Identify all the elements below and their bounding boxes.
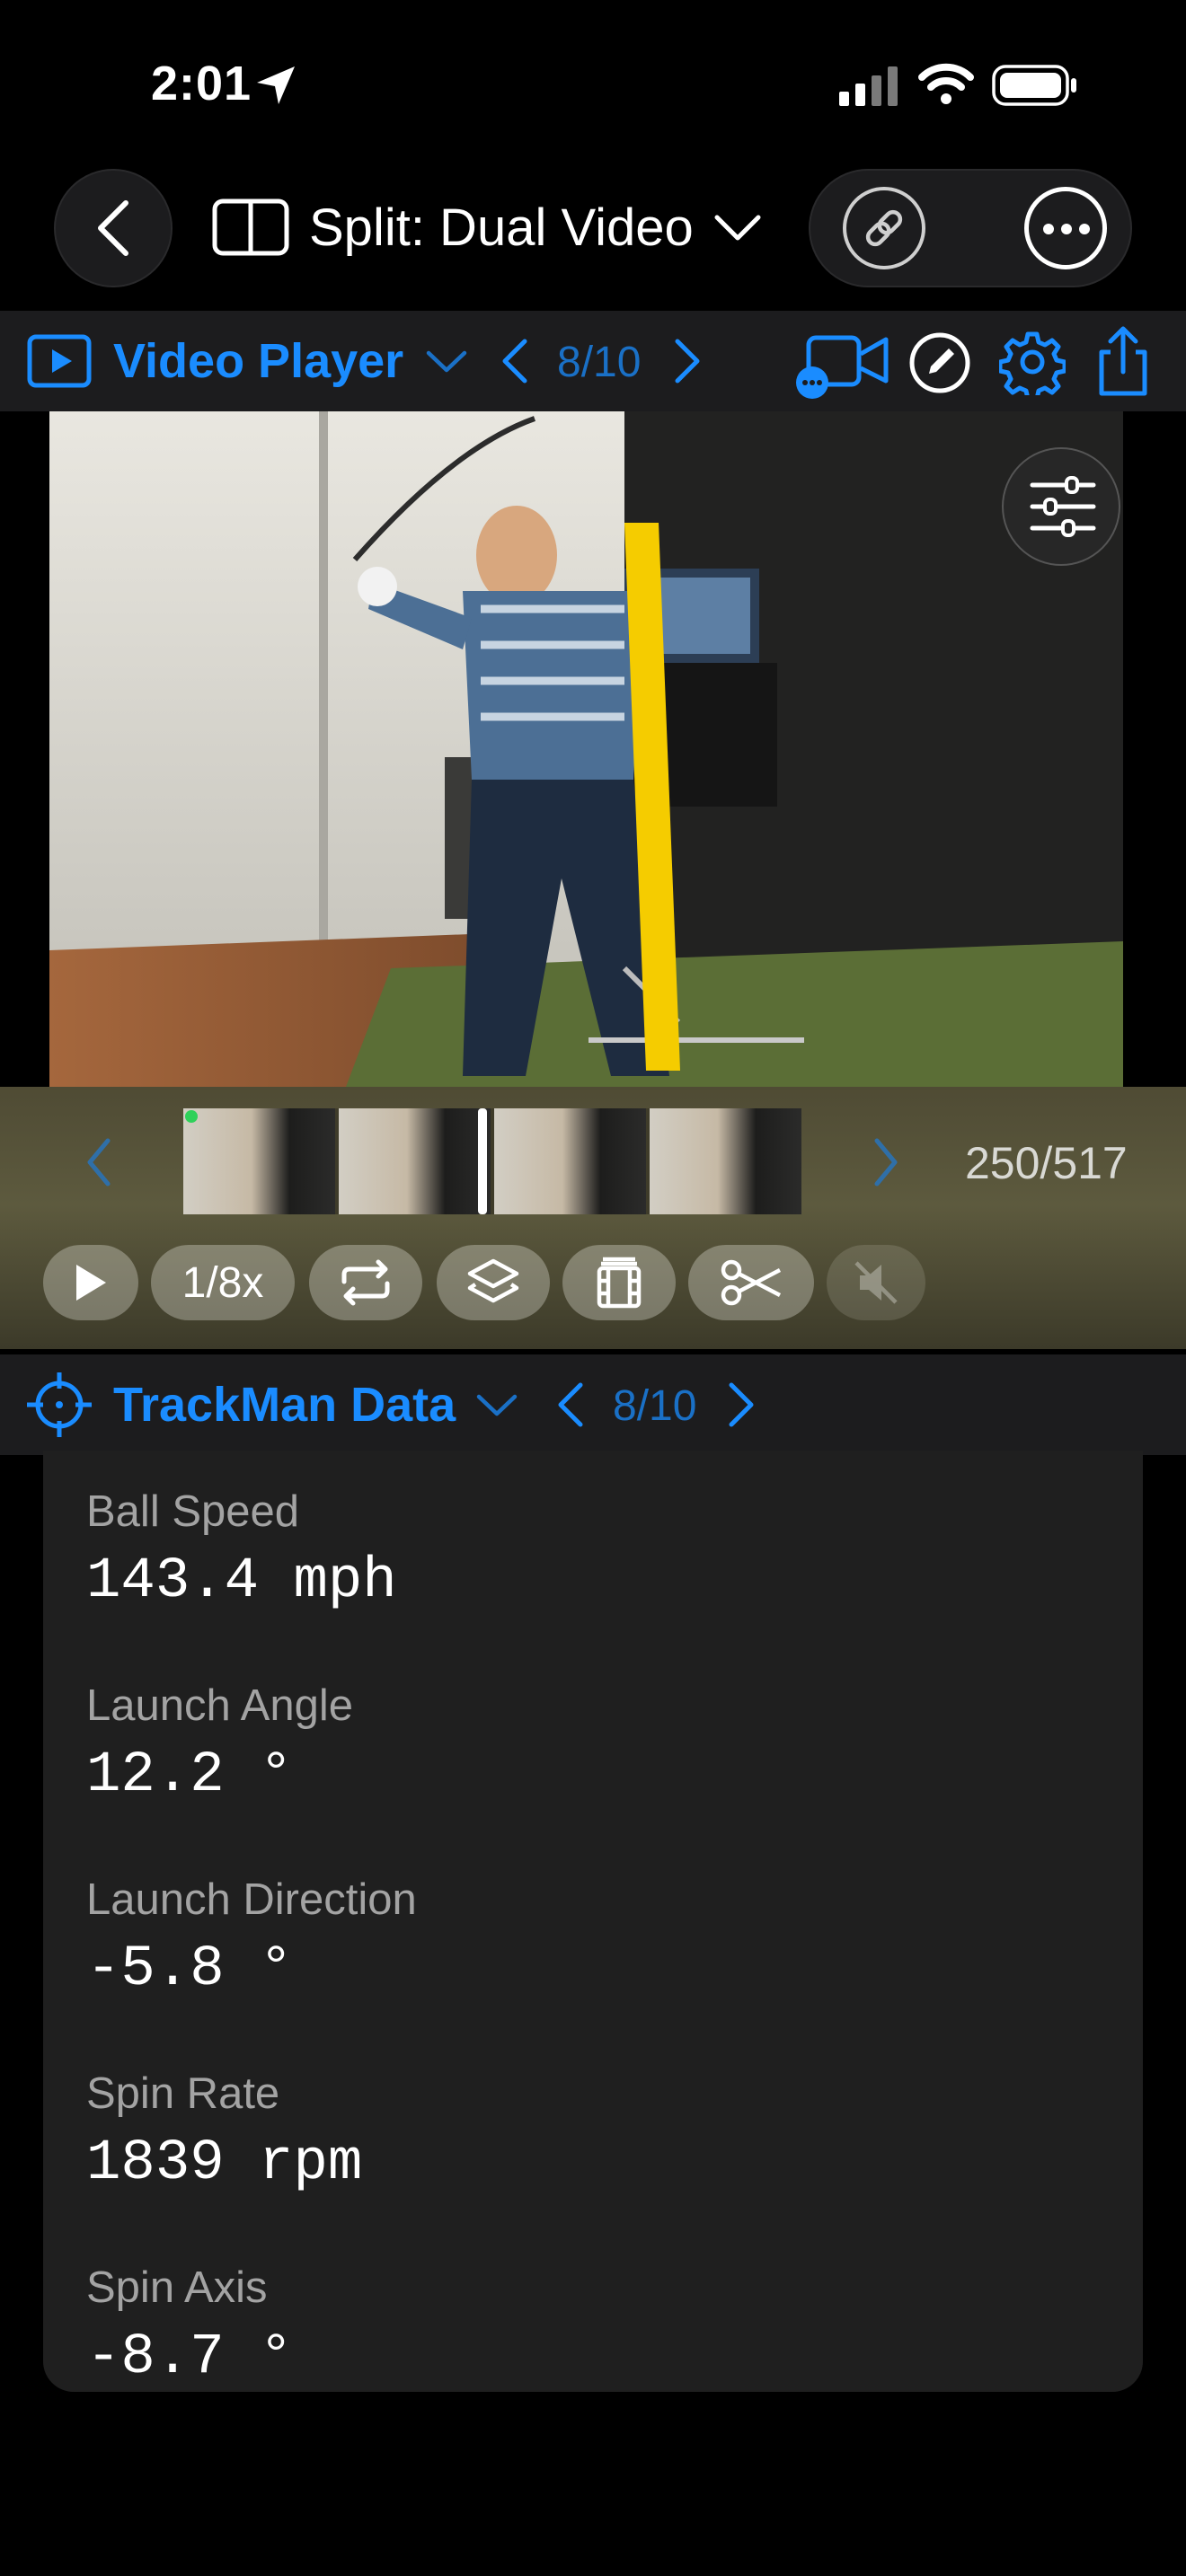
frame-counter: 250/517 [965, 1138, 1128, 1188]
metric-spin-axis: Spin Axis -8.7 ° [86, 2263, 293, 2390]
back-button[interactable] [54, 169, 173, 287]
settings-gear-icon[interactable] [999, 329, 1066, 395]
scissors-icon [721, 1259, 782, 1306]
filmstrip-frame [183, 1108, 339, 1214]
layout-title: Split: Dual Video [309, 198, 694, 257]
trackman-header: TrackMan Data 8/10 [0, 1354, 1186, 1455]
video-player-selector[interactable]: Video Player [27, 331, 468, 392]
metric-label: Spin Axis [86, 2263, 268, 2312]
next-video-button[interactable] [672, 338, 703, 384]
metric-launch-angle: Launch Angle 12.2 ° [86, 1681, 353, 1808]
golfer-video-image [49, 411, 1123, 1087]
ellipsis-icon [1043, 224, 1090, 234]
repeat-icon [341, 1259, 390, 1306]
speaker-muted-icon [854, 1261, 898, 1304]
metric-value: 12.2 ° [86, 1743, 294, 1808]
video-player-header: Video Player 8/10 [0, 311, 1186, 411]
filmstrip-frame [494, 1108, 650, 1214]
sliders-icon [1030, 476, 1096, 537]
metric-label: Ball Speed [86, 1487, 300, 1536]
scrub-next-button[interactable] [872, 1137, 900, 1187]
location-arrow-icon [257, 66, 295, 104]
metric-label: Spin Rate [86, 2069, 280, 2118]
play-button[interactable] [43, 1245, 138, 1320]
scrub-previous-button[interactable] [84, 1137, 113, 1187]
next-shot-button[interactable] [726, 1381, 757, 1428]
metric-spin-rate: Spin Rate 1839 rpm [86, 2069, 362, 2196]
filmstrip[interactable] [183, 1108, 801, 1214]
metric-value: -5.8 ° [86, 1937, 294, 2002]
battery-icon [992, 65, 1076, 106]
chevron-down-icon [476, 1394, 518, 1416]
previous-video-button[interactable] [500, 338, 530, 384]
camera-button[interactable] [796, 327, 891, 399]
split-view-icon [212, 198, 289, 256]
layout-selector[interactable]: Split: Dual Video [212, 194, 762, 260]
metric-value: 1839 rpm [86, 2131, 363, 2196]
video-player-icon [27, 334, 92, 388]
marker-dot [185, 1110, 198, 1123]
video-player-title: Video Player [113, 334, 404, 388]
trim-button[interactable] [688, 1245, 814, 1320]
share-button[interactable] [1093, 323, 1154, 399]
video-count: 8/10 [557, 339, 642, 386]
shot-count: 8/10 [613, 1382, 697, 1430]
draw-tool-button[interactable] [907, 331, 972, 395]
layers-icon [467, 1258, 519, 1303]
chevron-down-icon [426, 350, 467, 373]
trackman-title: TrackMan Data [113, 1378, 456, 1432]
playback-speed-button[interactable]: 1/8x [151, 1245, 295, 1320]
film-frames-icon [597, 1257, 642, 1309]
frames-button[interactable] [562, 1245, 676, 1320]
chevron-left-icon [98, 200, 128, 256]
crosshair-icon [27, 1372, 92, 1437]
status-time: 2:01 [151, 57, 252, 110]
nav-actions-group [809, 169, 1132, 287]
metric-label: Launch Angle [86, 1681, 353, 1730]
link-icon [865, 209, 903, 247]
video-adjustments-button[interactable] [1002, 447, 1120, 566]
playback-controls: 250/517 1/8x [0, 1087, 1186, 1349]
playhead[interactable] [478, 1108, 487, 1214]
metric-value: -8.7 ° [86, 2325, 294, 2390]
metric-label: Launch Direction [86, 1875, 417, 1924]
loop-button[interactable] [309, 1245, 422, 1320]
alignment-line-overlay[interactable] [624, 523, 687, 1071]
metric-ball-speed: Ball Speed 143.4 mph [86, 1486, 397, 1614]
more-options-button[interactable] [1024, 187, 1107, 269]
metric-value: 143.4 mph [86, 1549, 397, 1614]
mute-button[interactable] [827, 1245, 925, 1320]
wifi-icon [918, 63, 974, 104]
layers-button[interactable] [437, 1245, 550, 1320]
filmstrip-frame [650, 1108, 801, 1214]
metric-launch-direction: Launch Direction -5.8 ° [86, 1875, 417, 2002]
trackman-data-card: Ball Speed 143.4 mph Launch Angle 12.2 °… [43, 1451, 1143, 2392]
video-frame[interactable] [49, 411, 1123, 1087]
link-button[interactable] [843, 187, 925, 269]
cellular-signal-icon [839, 66, 898, 106]
play-icon [76, 1265, 106, 1301]
trackman-selector[interactable]: TrackMan Data [25, 1372, 518, 1437]
previous-shot-button[interactable] [555, 1381, 586, 1428]
filmstrip-frame [339, 1108, 494, 1214]
chevron-down-icon [714, 215, 761, 241]
